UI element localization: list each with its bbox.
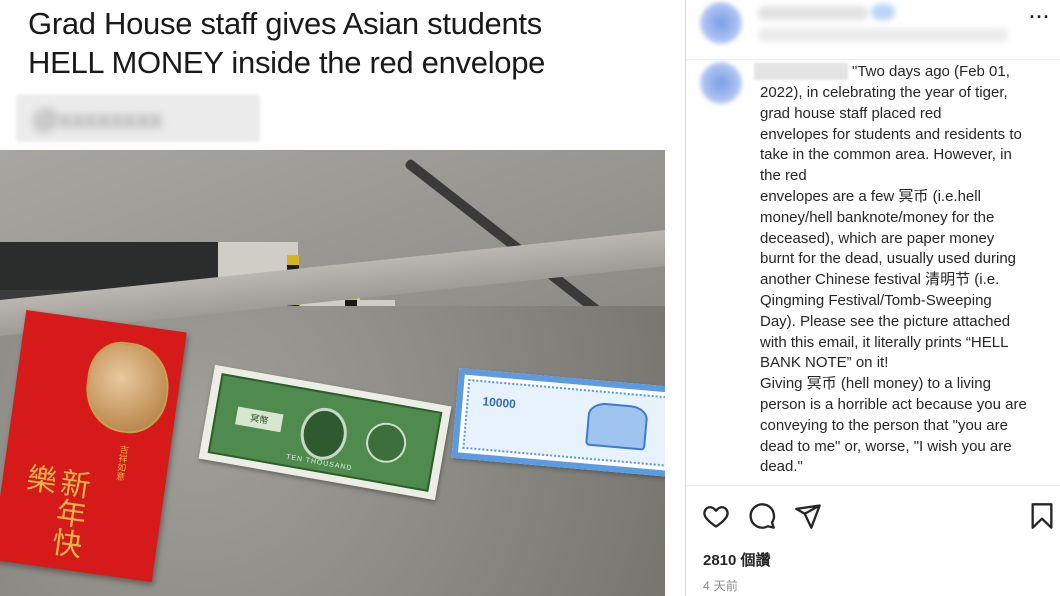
verified-badge (871, 4, 895, 20)
likes-count[interactable]: 2810 個讚 (703, 549, 771, 570)
paper-plane-icon[interactable] (794, 502, 822, 530)
comment-panel: ··· "Two days ago (Feb 01, 2022), in cel… (685, 0, 1060, 596)
banknote-number: 10000 (481, 394, 517, 412)
blurred-commenter-username[interactable] (754, 63, 848, 80)
divider (686, 485, 1060, 486)
more-options-button[interactable]: ··· (1028, 8, 1052, 32)
banknote-label: 冥幣 (235, 406, 284, 433)
blurred-username[interactable] (758, 6, 868, 20)
flower-illustration (80, 337, 175, 439)
avatar[interactable] (700, 2, 742, 44)
post-timestamp[interactable]: 4 天前 (703, 577, 738, 594)
headline-line-1: Grad House staff gives Asian students (28, 6, 542, 41)
blurred-subtitle (758, 28, 1008, 42)
post-header: ··· (686, 0, 1060, 60)
headline-line-2: HELL MONEY inside the red envelope (28, 45, 546, 80)
bookmark-icon[interactable] (1028, 502, 1056, 530)
comment-first-line: "Two days ago (Feb 01, (852, 63, 1010, 80)
caption-text: 2022), in celebrating the year of tiger,… (760, 84, 1027, 476)
commenter-avatar[interactable] (700, 62, 742, 104)
post-image: Grad House staff gives Asian students HE… (0, 0, 685, 596)
post-headline: Grad House staff gives Asian students HE… (28, 4, 668, 82)
banknote-building (585, 401, 649, 451)
envelope-photo: 吉祥如意 新年快樂 冥幣 TEN THOUSAND 10000 (0, 150, 665, 596)
envelope-text: 新年快樂 (19, 460, 92, 560)
heart-icon[interactable] (702, 502, 730, 530)
banknote-seal (362, 419, 410, 466)
comment-bubble-icon[interactable] (748, 502, 776, 530)
banknote-portrait (296, 404, 351, 464)
blurred-handle: @xxxxxxxx (16, 94, 260, 142)
